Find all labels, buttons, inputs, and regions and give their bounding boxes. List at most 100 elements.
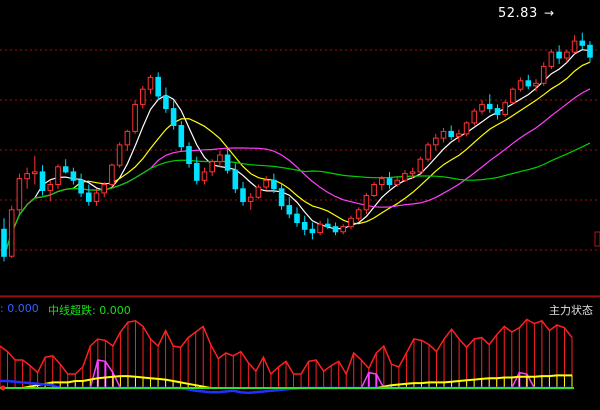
candle-body	[502, 102, 508, 115]
candle-20	[155, 72, 161, 101]
candle-body	[433, 137, 439, 146]
candle-body	[32, 171, 38, 175]
candle-56	[433, 133, 439, 151]
candle-35	[271, 173, 277, 193]
indicator-right-label: 主力状态	[549, 304, 593, 317]
candle-0	[1, 218, 7, 262]
candle-8	[62, 159, 69, 174]
candle-body	[78, 179, 84, 194]
candle-54	[417, 156, 424, 174]
candle-body	[363, 195, 370, 211]
candle-body	[417, 158, 424, 173]
candle-body	[286, 205, 293, 215]
candle-body	[55, 166, 61, 186]
candle-body	[263, 179, 269, 188]
candle-body	[8, 209, 15, 257]
candle-9	[70, 167, 77, 185]
candle-body	[332, 226, 339, 233]
candle-body	[301, 222, 308, 230]
candle-body	[240, 188, 246, 203]
candle-body	[147, 76, 154, 90]
indicator-left-value: : 0.000	[0, 302, 39, 315]
candle-61	[471, 108, 478, 126]
candle-16	[124, 129, 131, 151]
candle-4	[32, 155, 38, 185]
candle-body	[170, 108, 177, 126]
candle-body	[109, 164, 115, 186]
candle-body	[479, 103, 485, 112]
axis-marker	[594, 231, 600, 247]
candle-body	[571, 40, 578, 53]
candle-14	[109, 163, 115, 188]
candle-body	[194, 162, 200, 181]
candle-body	[101, 184, 108, 194]
candle-31	[240, 182, 246, 206]
candle-body	[348, 217, 354, 228]
ind-start-dot	[0, 385, 6, 391]
candle-body	[440, 130, 447, 139]
candle-body	[340, 226, 346, 233]
candle-34	[263, 176, 269, 191]
candle-10	[78, 173, 84, 198]
candle-50	[386, 171, 393, 189]
candle-body	[271, 179, 277, 190]
candle-44	[340, 224, 346, 235]
candle-12	[93, 188, 100, 206]
candle-body	[93, 192, 100, 202]
candle-body	[564, 51, 570, 59]
candle-3	[24, 167, 30, 189]
candle-body	[132, 103, 138, 132]
candle-body	[70, 171, 77, 181]
candle-62	[479, 100, 485, 115]
candle-body	[494, 108, 501, 115]
indicator-mid-value: : 0.000	[92, 304, 131, 317]
candle-body	[224, 154, 231, 171]
candle-29	[224, 148, 231, 174]
candle-body	[217, 154, 223, 163]
candle-body	[124, 130, 131, 146]
candle-body	[409, 171, 416, 175]
candle-body	[209, 161, 215, 173]
candle-body	[579, 40, 586, 46]
candle-67	[517, 77, 524, 92]
candle-body	[533, 82, 539, 87]
candle-60	[463, 121, 470, 137]
candle-body	[294, 213, 300, 224]
candle-66	[510, 87, 516, 105]
candle-39	[301, 215, 308, 236]
indicator-mid-legend: 中线超跌: 0.000	[48, 302, 131, 318]
candle-body	[355, 209, 362, 219]
candle-5	[39, 165, 46, 196]
price-arrow-icon: →	[544, 6, 555, 20]
candle-48	[371, 182, 377, 198]
candle-body	[548, 51, 555, 67]
candle-body	[47, 184, 54, 191]
candle-52	[402, 170, 408, 182]
candle-body	[325, 223, 331, 228]
candle-36	[278, 183, 285, 210]
candle-22	[170, 100, 177, 130]
candle-body	[140, 88, 146, 105]
candle-27	[209, 159, 215, 177]
candle-46	[355, 207, 362, 221]
candle-17	[132, 100, 138, 134]
candle-body	[510, 88, 516, 104]
candle-45	[348, 215, 354, 230]
candle-body	[309, 228, 316, 234]
candle-body	[62, 166, 69, 173]
candle-body	[402, 173, 408, 181]
candle-body	[425, 144, 431, 160]
last-price-label: 52.83	[498, 6, 538, 21]
candle-body	[525, 80, 532, 87]
candle-2	[16, 173, 23, 215]
candle-47	[363, 192, 370, 215]
candle-64	[494, 104, 501, 120]
candle-body	[16, 178, 23, 211]
candle-57	[440, 128, 447, 143]
candle-59	[456, 129, 462, 143]
candle-body	[255, 186, 262, 198]
candle-body	[163, 95, 169, 110]
candle-55	[425, 142, 431, 162]
indicator-panel	[0, 318, 574, 395]
candle-65	[502, 100, 508, 118]
